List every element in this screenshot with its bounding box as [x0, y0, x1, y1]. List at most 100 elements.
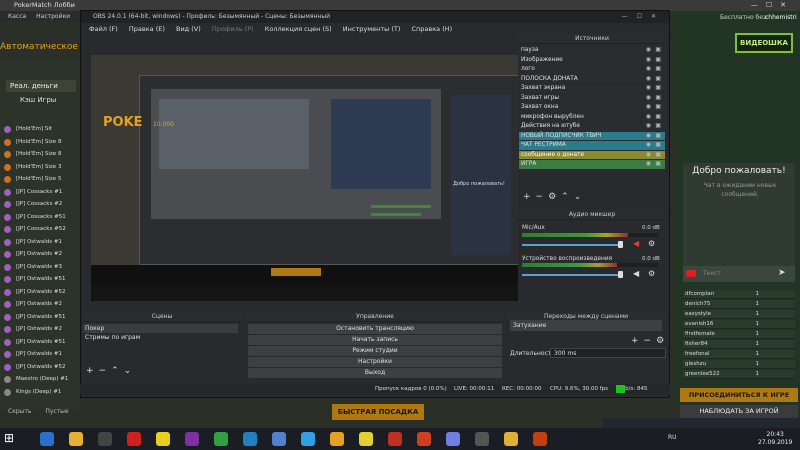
gear-icon[interactable]: ⚙ — [648, 270, 656, 278]
player-row[interactable]: greenlee522 1 — [683, 370, 795, 379]
watch-game-button[interactable]: НАБЛЮДАТЬ ЗА ИГРОЙ — [680, 405, 798, 418]
eye-icon[interactable]: ◉ — [646, 94, 651, 103]
file-icon[interactable] — [243, 432, 257, 446]
pokermatch-icon[interactable] — [533, 432, 547, 446]
game-icon[interactable] — [388, 432, 402, 446]
table-row[interactable]: [JP] Ostwalds #51 — [0, 274, 80, 285]
poker-icon[interactable] — [417, 432, 431, 446]
lock-icon[interactable]: ▣ — [655, 75, 661, 84]
table-row[interactable]: [JP] Ostwalds #3 — [0, 262, 80, 273]
table-row[interactable]: [Hold'Em] Size 3 — [0, 162, 80, 173]
table-row[interactable]: Maestro (Deep) #1 — [0, 374, 80, 385]
scene-up-icon[interactable]: ⌃ — [111, 366, 124, 376]
source-item[interactable]: Действия на ютубе ◉ ▣ — [519, 122, 665, 131]
eye-icon[interactable]: ◉ — [646, 160, 651, 169]
table-row[interactable]: [JP] Ostwalds #2 — [0, 324, 80, 335]
menu-cashier[interactable]: Касса — [8, 13, 26, 20]
source-item[interactable]: НОВЫЙ ПОДПИСЧИК ТВИЧ ◉ ▣ — [519, 131, 665, 141]
table-row[interactable]: [JP] Ostwalds #52 — [0, 287, 80, 298]
lock-icon[interactable]: ▣ — [655, 65, 661, 74]
eye-icon[interactable]: ◉ — [646, 151, 651, 160]
player-row[interactable]: fisher84 1 — [683, 340, 795, 349]
lock-icon[interactable]: ▣ — [655, 84, 661, 93]
menu-settings[interactable]: Настройки — [36, 13, 70, 20]
source-item[interactable]: ИГРА ◉ ▣ — [519, 160, 665, 169]
eye-icon[interactable]: ◉ — [646, 56, 651, 65]
stop-stream-button[interactable]: Остановить трансляцию — [248, 324, 502, 334]
eye-icon[interactable]: ◉ — [646, 65, 651, 74]
table-row[interactable]: [JP] Cossacks #2 — [0, 199, 80, 210]
remove-source-icon[interactable]: − — [536, 192, 549, 202]
source-item[interactable]: Захват игры ◉ ▣ — [519, 93, 665, 103]
transition-settings-icon[interactable]: ⚙ — [656, 336, 669, 346]
lock-icon[interactable]: ▣ — [655, 141, 661, 150]
menu-tools[interactable]: Инструменты (T) — [343, 25, 401, 33]
muted-speaker-icon[interactable]: ◀ — [633, 240, 641, 248]
player-row[interactable]: firstfemale 1 — [683, 330, 795, 339]
ie-icon[interactable] — [40, 432, 54, 446]
remove-transition-icon[interactable]: − — [644, 336, 657, 346]
move-up-icon[interactable]: ⌃ — [561, 192, 574, 202]
discord-icon[interactable] — [446, 432, 460, 446]
table-row[interactable]: [JP] Ostwalds #1 — [0, 237, 80, 248]
lock-icon[interactable]: ▣ — [655, 46, 661, 55]
table-row[interactable]: [JP] Cossacks #51 — [0, 212, 80, 223]
lock-icon[interactable]: ▣ — [655, 113, 661, 122]
send-icon[interactable]: ➤ — [778, 268, 788, 278]
globe-icon[interactable] — [272, 432, 286, 446]
table-row[interactable]: [JP] Ostwalds #52 — [0, 362, 80, 373]
opera-icon[interactable] — [127, 432, 141, 446]
eye-icon[interactable]: ◉ — [646, 141, 651, 150]
player-row[interactable]: dfcomplan 1 — [683, 290, 795, 299]
onenote-icon[interactable] — [185, 432, 199, 446]
aimp-icon[interactable] — [330, 432, 344, 446]
mixer-volume-slider[interactable] — [522, 274, 622, 276]
clock[interactable]: 20:43 27.09.2019 — [758, 431, 792, 447]
scene-item[interactable]: Стримы по играм — [83, 333, 238, 342]
source-item[interactable]: лого ◉ ▣ — [519, 65, 665, 74]
speedometer-icon[interactable] — [98, 432, 112, 446]
player-row[interactable]: evanish16 1 — [683, 320, 795, 329]
explorer-icon[interactable] — [69, 432, 83, 446]
lock-icon[interactable]: ▣ — [655, 94, 661, 103]
lock-icon[interactable]: ▣ — [655, 122, 661, 131]
fast-seat-button[interactable]: БЫСТРАЯ ПОСАДКА — [332, 404, 424, 420]
move-down-icon[interactable]: ⌄ — [574, 192, 587, 202]
join-game-button[interactable]: ПРИСОЕДИНИТЬСЯ К ИГРЕ — [680, 388, 798, 402]
eye-icon[interactable]: ◉ — [646, 84, 651, 93]
telegram-icon[interactable] — [301, 432, 315, 446]
source-item[interactable]: ЧАТ РЕСТРИМА ◉ ▣ — [519, 141, 665, 150]
obs-preview[interactable]: POKE 10.000 Добро пожаловать! — [91, 55, 518, 285]
lock-icon[interactable]: ▣ — [655, 160, 661, 169]
menu-profile[interactable]: Профиль (P) — [212, 25, 254, 33]
eye-icon[interactable]: ◉ — [646, 132, 651, 141]
source-item[interactable]: ПОЛОСКА ДОНАТА ◉ ▣ — [519, 74, 665, 84]
eye-icon[interactable]: ◉ — [646, 103, 651, 112]
table-row[interactable]: [JP] Ostwalds #51 — [0, 337, 80, 348]
add-scene-icon[interactable]: + — [86, 366, 99, 376]
eye-icon[interactable]: ◉ — [646, 75, 651, 84]
notes-icon[interactable] — [156, 432, 170, 446]
eye-icon[interactable]: ◉ — [646, 122, 651, 131]
menu-file[interactable]: Файл (F) — [89, 25, 118, 33]
add-transition-icon[interactable]: + — [631, 336, 644, 346]
table-row[interactable]: [Hold'Em] Sit — [0, 124, 80, 135]
eye-icon[interactable]: ◉ — [646, 113, 651, 122]
start-record-button[interactable]: Начать запись — [248, 335, 502, 345]
obs-window-controls[interactable]: —☐✕ — [622, 11, 665, 23]
menu-edit[interactable]: Правка (E) — [129, 25, 165, 33]
table-row[interactable]: [JP] Ostwalds #2 — [0, 249, 80, 260]
source-item[interactable]: сообщение о донате ◉ ▣ — [519, 150, 665, 160]
table-row[interactable]: [JP] Ostwalds #1 — [0, 349, 80, 360]
gear-icon[interactable]: ⚙ — [648, 240, 656, 248]
lock-icon[interactable]: ▣ — [655, 151, 661, 160]
table-row[interactable]: [JP] Cossacks #1 — [0, 187, 80, 198]
lock-icon[interactable]: ▣ — [655, 56, 661, 65]
remove-scene-icon[interactable]: − — [99, 366, 112, 376]
filter-empty[interactable]: Пустые — [45, 408, 68, 415]
source-item[interactable]: микрофон вырублен ◉ ▣ — [519, 112, 665, 122]
player-row[interactable]: easystyle 1 — [683, 310, 795, 319]
eye-icon[interactable]: ◉ — [646, 46, 651, 55]
lobby-window-controls[interactable]: —☐✕ — [751, 0, 794, 11]
windows-start-icon[interactable]: ⊞ — [4, 431, 18, 445]
